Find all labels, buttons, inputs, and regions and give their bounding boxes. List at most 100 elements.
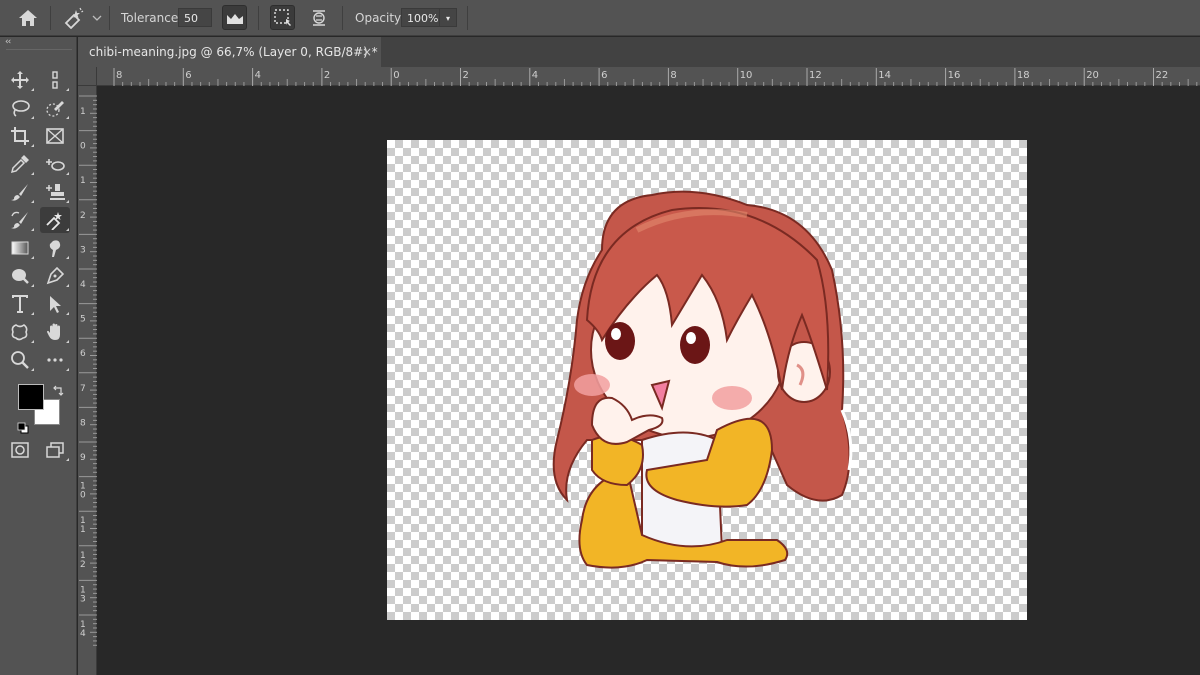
- crop-tool[interactable]: [5, 123, 35, 149]
- ruler-label: 10: [740, 70, 753, 81]
- zoom-tool[interactable]: [5, 347, 35, 373]
- default-colors-icon[interactable]: [17, 419, 29, 438]
- ruler-label: 1: [80, 525, 86, 535]
- quick-selection-tool[interactable]: [40, 95, 70, 121]
- chevron-down-icon: [92, 15, 102, 21]
- anti-alias-toggle[interactable]: [222, 5, 247, 30]
- close-icon[interactable]: ×: [362, 37, 372, 67]
- move-icon: [11, 71, 29, 89]
- brush-icon: [11, 184, 28, 201]
- magic-eraser-icon: [46, 212, 62, 230]
- path-selection-tool[interactable]: [40, 291, 70, 317]
- ruler-label: 12: [809, 70, 822, 81]
- swap-colors-icon[interactable]: [52, 382, 64, 401]
- ruler-origin[interactable]: [78, 67, 97, 86]
- ruler-label: 6: [185, 70, 191, 81]
- layers-sample-icon: [312, 9, 325, 26]
- ruler-label: 2: [80, 211, 86, 221]
- ruler-label: 2: [80, 560, 86, 570]
- dodge-tool[interactable]: [5, 263, 35, 289]
- contiguous-toggle[interactable]: [270, 5, 295, 30]
- quick-selection-icon: [46, 101, 64, 117]
- hand-tool[interactable]: [40, 319, 70, 345]
- eyedropper-icon: [10, 155, 29, 174]
- ruler-label: 3: [80, 245, 86, 255]
- opacity-input[interactable]: 100% ▾: [401, 8, 457, 27]
- lasso-tool[interactable]: [5, 95, 35, 121]
- crop-icon: [11, 127, 29, 145]
- ruler-label: 1: [80, 107, 86, 117]
- ruler-label: 8: [80, 418, 86, 428]
- ruler-label: 3: [80, 594, 86, 604]
- sample-all-layers-toggle[interactable]: [306, 5, 331, 30]
- clone-stamp-tool[interactable]: [40, 179, 70, 205]
- contiguous-icon: [273, 8, 291, 26]
- dodge-icon: [12, 269, 29, 284]
- chibi-girl-illustration: [552, 190, 853, 569]
- document-title: chibi-meaning.jpg @ 66,7% (Layer 0, RGB/…: [89, 45, 378, 59]
- home-button[interactable]: [17, 0, 39, 36]
- tolerance-input[interactable]: 50: [178, 8, 212, 27]
- right-blush: [712, 386, 752, 410]
- ruler-label: 2: [324, 70, 330, 81]
- collapse-panel-icon[interactable]: ‹‹: [5, 37, 11, 47]
- pen-icon: [46, 266, 65, 285]
- chevron-down-icon[interactable]: ▾: [439, 9, 456, 26]
- tolerance-label: Tolerance:: [121, 11, 183, 25]
- frame-tool[interactable]: [40, 123, 70, 149]
- home-icon: [19, 10, 37, 26]
- foreground-color-swatch[interactable]: [18, 384, 44, 410]
- type-tool[interactable]: [5, 291, 35, 317]
- ruler-label: 6: [80, 349, 86, 359]
- artboard-tool[interactable]: [40, 67, 70, 93]
- ruler-label: 9: [80, 453, 86, 463]
- ruler-label: 1: [80, 176, 86, 186]
- gradient-tool[interactable]: [5, 235, 35, 261]
- ruler-label: 8: [670, 70, 676, 81]
- vertical-ruler[interactable]: 101234567891011121314: [78, 86, 97, 675]
- move-tool[interactable]: [5, 67, 35, 93]
- ruler-label: 20: [1086, 70, 1099, 81]
- document-tab[interactable]: chibi-meaning.jpg @ 66,7% (Layer 0, RGB/…: [78, 37, 381, 67]
- custom-shape-icon: [11, 324, 28, 341]
- ruler-label: 4: [80, 629, 86, 639]
- eyedropper-tool[interactable]: [5, 151, 35, 177]
- magic-eraser-tool[interactable]: [40, 207, 70, 233]
- smudge-tool[interactable]: [40, 235, 70, 261]
- gradient-icon: [11, 241, 29, 255]
- spot-healing-tool[interactable]: [40, 151, 70, 177]
- pen-tool[interactable]: [40, 263, 70, 289]
- ruler-label: 6: [601, 70, 607, 81]
- ruler-label: 4: [80, 280, 86, 290]
- artboard-icon: [52, 71, 58, 89]
- tools-panel: ‹‹: [0, 37, 77, 675]
- magic-eraser-icon: [64, 7, 84, 29]
- ruler-label: 16: [948, 70, 961, 81]
- path-selection-icon: [50, 296, 61, 313]
- document-canvas[interactable]: [387, 140, 1027, 620]
- screen-mode-button[interactable]: [40, 437, 70, 463]
- tool-preset-picker[interactable]: [62, 0, 102, 36]
- ruler-label: 5: [80, 315, 86, 325]
- opacity-label: Opacity:: [355, 11, 405, 25]
- anti-alias-icon: [226, 13, 243, 24]
- ruler-label: 4: [532, 70, 538, 81]
- document-tab-bar: chibi-meaning.jpg @ 66,7% (Layer 0, RGB/…: [78, 37, 1200, 67]
- custom-shape-tool[interactable]: [5, 319, 35, 345]
- brush-tool[interactable]: [5, 179, 35, 205]
- right-eye: [680, 326, 710, 364]
- left-eye: [605, 322, 635, 360]
- ruler-label: 0: [80, 142, 86, 152]
- horizontal-ruler[interactable]: 8 6 4 2 0 2 4 6 8 10 12 14 16 18 20 22: [78, 67, 1200, 86]
- history-brush-tool[interactable]: [5, 207, 35, 233]
- quick-mask-button[interactable]: [5, 437, 35, 463]
- zoom-icon: [11, 351, 29, 369]
- ruler-label: 0: [393, 70, 399, 81]
- more-tools[interactable]: [40, 347, 70, 373]
- hand-icon: [47, 323, 60, 340]
- vertical-ruler-ticks: 101234567891011121314: [79, 95, 97, 646]
- frame-icon: [46, 128, 64, 144]
- options-bar: Tolerance: 50 Opacity: 100% ▾: [0, 0, 1200, 36]
- ruler-label: 7: [80, 384, 86, 394]
- left-blush: [574, 374, 610, 396]
